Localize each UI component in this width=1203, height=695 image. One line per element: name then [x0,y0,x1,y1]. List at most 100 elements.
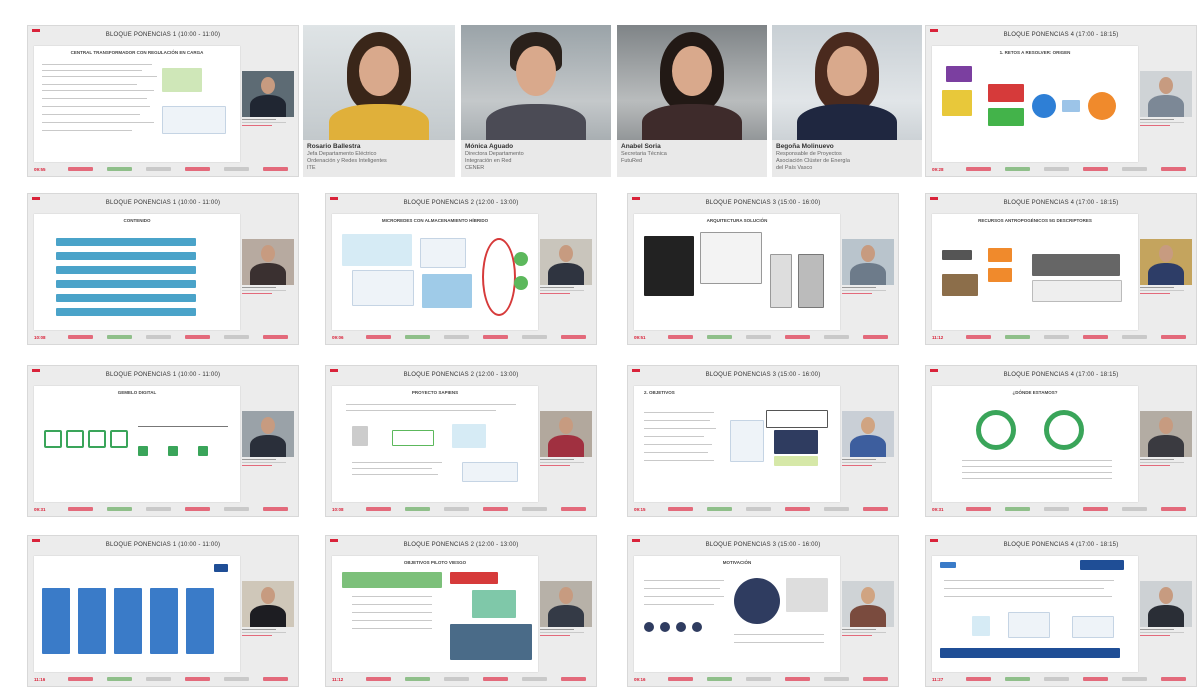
shared-slide: RECURSOS ANTROPOGÉNICOS 5G DESCRIPTORES [932,214,1138,330]
participant-dept: Asociación Clúster de Energía [776,158,850,164]
speaker-info [242,629,296,636]
tile-title: BLOQUE PONENCIAS 4 (17:00 - 18:15) [1003,200,1119,206]
participant-image [486,32,586,144]
participant-org: ITE [307,165,316,171]
participant-video-3[interactable]: Anabel Soria Secretaria Técnica FutuRed [617,25,767,177]
speaker-camera [1140,71,1192,117]
slide-title: MOTIVACIÓN [722,560,752,565]
shared-slide: MOTIVACIÓN [634,556,840,672]
speaker-info [1140,459,1194,466]
presentation-tile-6[interactable]: BLOQUE PONENCIAS 4 (17:00 - 18:15) 1. RE… [925,25,1197,177]
participant-video-1[interactable]: Rosario Ballestra Jefa Departamento Eléc… [303,25,455,177]
presentation-tile-8[interactable]: BLOQUE PONENCIAS 2 (12:00 - 13:00) MICRO… [325,193,597,345]
sponsor-logos [668,676,888,682]
session-time: 09:55 [34,167,46,172]
presentation-tile-16[interactable]: BLOQUE PONENCIAS 2 (12:00 - 13:00) OBJET… [325,535,597,687]
sponsor-logos [966,334,1186,340]
speaker-camera [1140,239,1192,285]
session-time: 09:15 [634,507,646,512]
video-conference-grid: BLOQUE PONENCIAS 1 (10:00 - 11:00) CENTR… [0,0,1203,695]
sponsor-logos [68,334,288,340]
session-time: 09:31 [34,507,46,512]
participant-caption: Mónica Aguado Directora Departamento Int… [461,140,611,177]
participant-caption: Begoña Molinuevo Responsable de Proyecto… [772,140,922,177]
participant-role: Responsable de Proyectos [776,151,842,157]
tile-title: BLOQUE PONENCIAS 3 (15:00 - 16:00) [705,372,821,378]
speaker-camera [540,411,592,457]
slide-title: MICROREDES CON ALMACENAMIENTO HÍBRIDO [381,218,489,223]
presentation-tile-12[interactable]: BLOQUE PONENCIAS 2 (12:00 - 13:00) PROYE… [325,365,597,517]
participant-caption: Anabel Soria Secretaria Técnica FutuRed [617,140,767,177]
speaker-info [1140,287,1194,294]
tile-title: BLOQUE PONENCIAS 2 (12:00 - 13:00) [403,542,519,548]
tile-title: BLOQUE PONENCIAS 3 (15:00 - 16:00) [705,200,821,206]
session-time: 11:16 [34,677,46,682]
participant-video-2[interactable]: Mónica Aguado Directora Departamento Int… [461,25,611,177]
sponsor-logos [68,166,288,172]
tile-title: BLOQUE PONENCIAS 1 (10:00 - 11:00) [105,200,221,206]
speaker-camera [242,239,294,285]
speaker-camera [1140,411,1192,457]
slide-title: 1. RETOS A RESOLVER: ORIGEN [999,50,1071,55]
speaker-camera [242,71,294,117]
speaker-info [1140,119,1194,126]
slide-title: RECURSOS ANTROPOGÉNICOS 5G DESCRIPTORES [978,218,1092,223]
shared-slide: CONTENIDO [34,214,240,330]
shared-slide: OBJETIVOS PILOTO VIESGO [332,556,538,672]
speaker-info [540,287,594,294]
speaker-camera [540,581,592,627]
participant-org: del País Vasco [776,165,813,171]
presentation-tile-7[interactable]: BLOQUE PONENCIAS 1 (10:00 - 11:00) CONTE… [27,193,299,345]
sponsor-logos [366,676,586,682]
sponsor-logos [966,506,1186,512]
speaker-camera [242,581,294,627]
speaker-camera [842,411,894,457]
participant-image [797,32,897,144]
presentation-tile-9[interactable]: BLOQUE PONENCIAS 3 (15:00 - 16:00) ARQUI… [627,193,899,345]
speaker-camera [842,239,894,285]
presentation-tile-17[interactable]: BLOQUE PONENCIAS 3 (15:00 - 16:00) MOTIV… [627,535,899,687]
tile-title: BLOQUE PONENCIAS 4 (17:00 - 18:15) [1003,32,1119,38]
participant-dept: Ordenación y Redes Inteligentes [307,158,387,164]
session-time: 09:51 [634,335,646,340]
participant-org: CENER [465,165,485,171]
session-time: 11:27 [932,677,944,682]
presentation-tile-11[interactable]: BLOQUE PONENCIAS 1 (10:00 - 11:00) GEMEL… [27,365,299,517]
speaker-info [842,629,896,636]
presentation-tile-14[interactable]: BLOQUE PONENCIAS 4 (17:00 - 18:15) ¿DÓND… [925,365,1197,517]
session-time: 11:12 [332,677,344,682]
speaker-camera [540,239,592,285]
sponsor-logos [668,334,888,340]
presentation-tile-10[interactable]: BLOQUE PONENCIAS 4 (17:00 - 18:15) RECUR… [925,193,1197,345]
speaker-camera [242,411,294,457]
speaker-info [842,459,896,466]
participant-role: Secretaria Técnica [621,151,667,157]
tile-title: BLOQUE PONENCIAS 4 (17:00 - 18:15) [1003,372,1119,378]
participant-org: FutuRed [621,158,643,164]
participant-role: Directora Departamento [465,151,524,157]
tile-title: BLOQUE PONENCIAS 2 (12:00 - 13:00) [403,200,519,206]
sponsor-logos [366,506,586,512]
participant-name: Anabel Soria [621,143,661,150]
slide-title: GEMELO DIGITAL [117,390,157,395]
presentation-tile-1[interactable]: BLOQUE PONENCIAS 1 (10:00 - 11:00) CENTR… [27,25,299,177]
presentation-tile-13[interactable]: BLOQUE PONENCIAS 3 (15:00 - 16:00) 2. OB… [627,365,899,517]
shared-slide [34,556,240,672]
shared-slide [932,556,1138,672]
participant-name: Mónica Aguado [465,143,514,150]
speaker-info [242,459,296,466]
participant-video-4[interactable]: Begoña Molinuevo Responsable de Proyecto… [772,25,922,177]
tile-title: BLOQUE PONENCIAS 2 (12:00 - 13:00) [403,372,519,378]
shared-slide: CENTRAL TRANSFORMADOR CON REGULACIÓN EN … [34,46,240,162]
presentation-tile-18[interactable]: BLOQUE PONENCIAS 4 (17:00 - 18:15) 11:27 [925,535,1197,687]
tile-title: BLOQUE PONENCIAS 4 (17:00 - 18:15) [1003,542,1119,548]
participant-name: Begoña Molinuevo [776,143,834,150]
session-time: 09:06 [332,335,344,340]
slide-title: ARQUITECTURA SOLUCIÓN [706,218,768,223]
speaker-info [1140,629,1194,636]
presentation-tile-15[interactable]: BLOQUE PONENCIAS 1 (10:00 - 11:00) 11:16 [27,535,299,687]
sponsor-logos [668,506,888,512]
speaker-camera [842,581,894,627]
tile-title: BLOQUE PONENCIAS 1 (10:00 - 11:00) [105,372,221,378]
session-time: 09:31 [932,507,944,512]
